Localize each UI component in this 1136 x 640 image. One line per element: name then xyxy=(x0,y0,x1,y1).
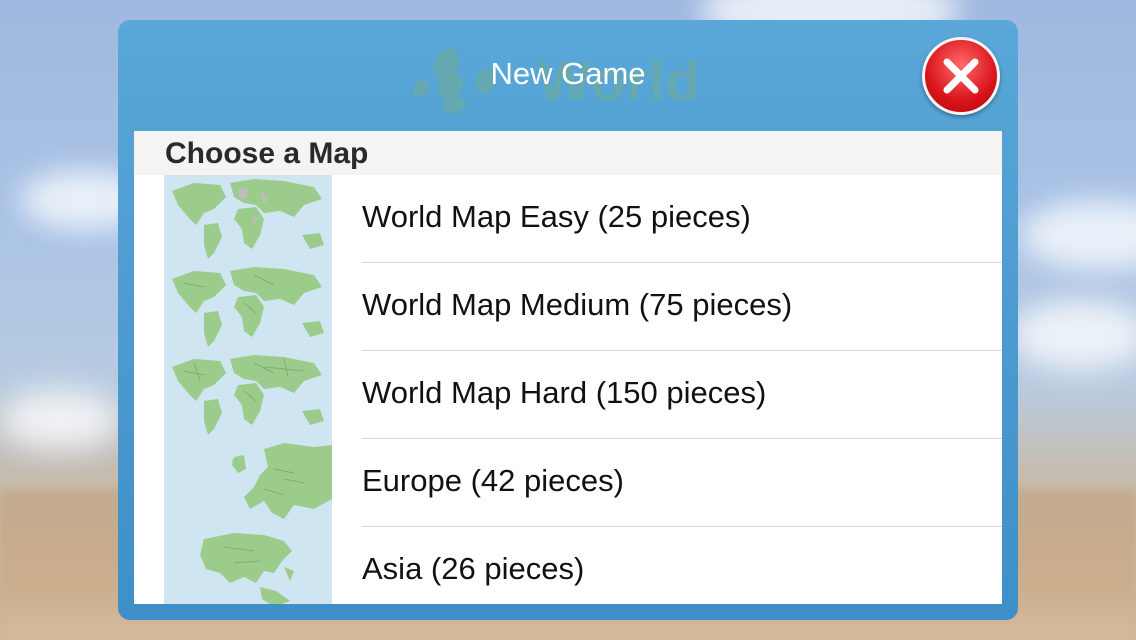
map-label: World Map Medium (75 pieces) xyxy=(362,287,793,322)
map-row-world-medium[interactable]: World Map Medium (75 pieces) xyxy=(134,263,1002,351)
section-title: Choose a Map xyxy=(165,137,369,170)
world-map-thumbnail-icon xyxy=(164,351,332,439)
map-list-panel: Choose a Map World Map Easy (25 pieces) xyxy=(134,131,1002,604)
background-cloud xyxy=(0,390,120,450)
map-row-world-easy[interactable]: World Map Easy (25 pieces) xyxy=(134,175,1002,263)
map-label: World Map Hard (150 pieces) xyxy=(362,375,767,410)
europe-map-thumbnail-icon xyxy=(164,439,332,527)
map-row-world-hard[interactable]: World Map Hard (150 pieces) xyxy=(134,351,1002,439)
background-cloud xyxy=(1020,200,1136,270)
asia-map-thumbnail-icon xyxy=(164,527,332,604)
close-icon xyxy=(943,58,979,94)
world-map-thumbnail-icon xyxy=(164,263,332,351)
section-header: Choose a Map xyxy=(134,131,1002,175)
map-label: Asia (26 pieces) xyxy=(362,551,585,586)
background-cloud xyxy=(1010,300,1136,370)
close-button[interactable] xyxy=(922,37,1000,115)
map-label: World Map Easy (25 pieces) xyxy=(362,199,751,234)
new-game-dialog: World New Game Choose a Map World Map Ea… xyxy=(118,20,1018,620)
world-map-thumbnail-icon xyxy=(164,175,332,263)
map-row-asia[interactable]: Asia (26 pieces) xyxy=(134,527,1002,604)
map-label: Europe (42 pieces) xyxy=(362,463,624,498)
dialog-header: World New Game xyxy=(118,20,1018,130)
dialog-title: New Game xyxy=(490,56,646,91)
map-row-europe[interactable]: Europe (42 pieces) xyxy=(134,439,1002,527)
